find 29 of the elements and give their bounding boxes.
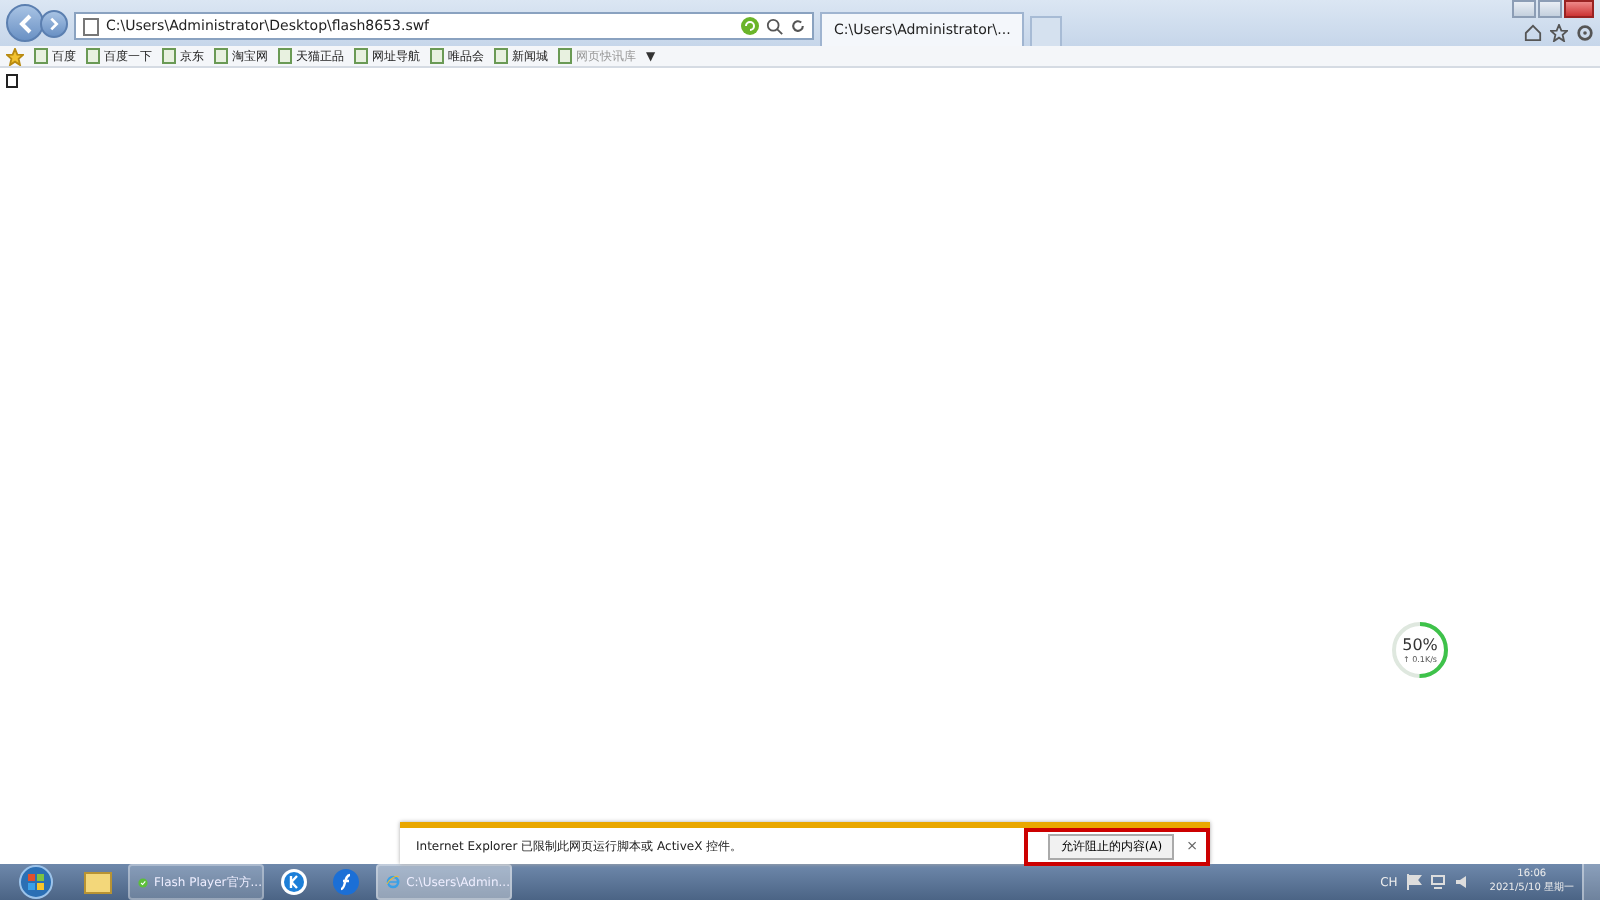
show-desktop-button[interactable] xyxy=(1582,864,1600,900)
percent-label: 50% xyxy=(1402,636,1438,654)
flash-logo-icon xyxy=(332,868,360,896)
page-icon xyxy=(34,48,48,64)
back-button[interactable] xyxy=(6,4,44,42)
plugin-icon xyxy=(6,74,18,88)
page-icon xyxy=(162,48,176,64)
page-icon xyxy=(558,48,572,64)
settings-icon[interactable] xyxy=(1576,24,1594,42)
maximize-button[interactable] xyxy=(1538,0,1562,18)
search-icon[interactable] xyxy=(766,17,784,35)
page-icon xyxy=(430,48,444,64)
speaker-icon[interactable] xyxy=(1453,874,1470,890)
folder-icon xyxy=(84,870,112,894)
flag-icon[interactable] xyxy=(1405,874,1422,890)
minimize-button[interactable] xyxy=(1512,0,1536,18)
page-icon xyxy=(494,48,508,64)
network-icon[interactable] xyxy=(1429,874,1446,890)
k-logo-icon xyxy=(280,868,308,896)
home-icon[interactable] xyxy=(1524,24,1542,42)
refresh-icon[interactable] xyxy=(790,18,806,34)
page-icon xyxy=(278,48,292,64)
page-icon xyxy=(214,48,228,64)
star-icon[interactable] xyxy=(1550,24,1568,42)
forward-button[interactable] xyxy=(40,9,68,37)
page-icon xyxy=(354,48,368,64)
start-button[interactable] xyxy=(16,864,56,900)
close-button[interactable] xyxy=(1564,0,1594,18)
star-icon[interactable] xyxy=(6,47,24,65)
